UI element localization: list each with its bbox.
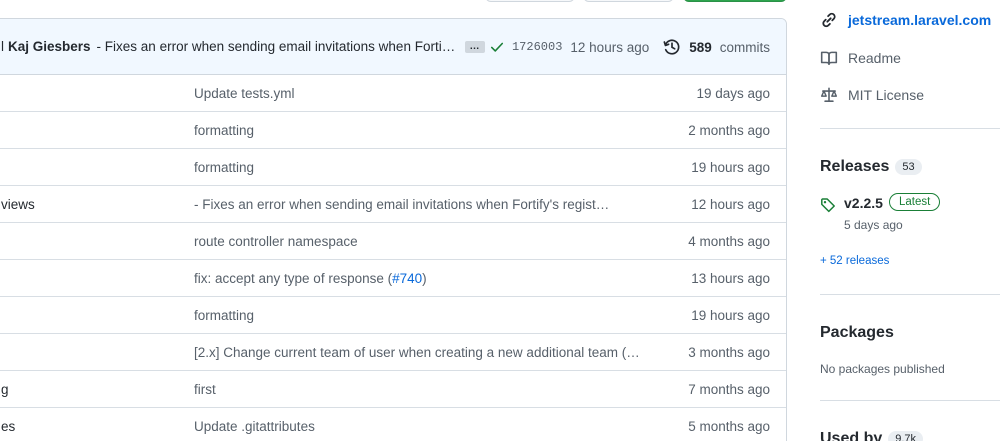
more-releases-link[interactable]: + 52 releases bbox=[820, 255, 889, 267]
readme-link[interactable]: Readme bbox=[820, 49, 901, 67]
table-row: formatting 2 months ago bbox=[0, 112, 786, 149]
code-button[interactable] bbox=[683, 0, 787, 2]
table-row: views - Fixes an error when sending emai… bbox=[0, 186, 786, 223]
file-commit-message[interactable]: formatting bbox=[194, 149, 254, 186]
latest-badge: Latest bbox=[889, 193, 941, 211]
website-url[interactable]: jetstream.laravel.com bbox=[848, 12, 991, 28]
pull-request-link[interactable]: #740 bbox=[392, 271, 422, 286]
commits-label[interactable]: commits bbox=[720, 40, 770, 55]
toolbar-button[interactable] bbox=[485, 0, 575, 2]
toolbar-button[interactable] bbox=[583, 0, 674, 2]
used-by-counter: 9.7k bbox=[888, 431, 924, 441]
file-commit-message[interactable]: - Fixes an error when sending email invi… bbox=[194, 186, 609, 223]
book-icon bbox=[820, 51, 838, 65]
release-name[interactable]: v2.2.5 bbox=[844, 195, 883, 211]
file-commit-message[interactable]: route controller namespace bbox=[194, 223, 358, 260]
readme-label[interactable]: Readme bbox=[848, 50, 901, 66]
commit-meta: 1726003 12 hours ago 589 commits bbox=[490, 19, 770, 75]
file-commit-time: 13 hours ago bbox=[691, 271, 770, 286]
commit-sha[interactable]: 1726003 bbox=[512, 40, 562, 54]
commit-message-text[interactable]: ) bbox=[422, 271, 427, 286]
commit-count[interactable]: 589 bbox=[689, 40, 712, 55]
license-label[interactable]: MIT License bbox=[848, 87, 924, 103]
file-commit-message[interactable]: Update .gitattributes bbox=[194, 408, 315, 441]
file-commit-message[interactable]: fix: accept any type of response (#740) bbox=[194, 260, 427, 297]
history-icon[interactable] bbox=[663, 38, 681, 56]
file-commit-message[interactable]: first bbox=[194, 371, 216, 408]
tag-icon bbox=[821, 198, 835, 213]
file-commit-time: 4 months ago bbox=[688, 234, 770, 249]
commit-message-text[interactable]: fix: accept any type of response ( bbox=[194, 271, 392, 286]
sidebar-divider bbox=[820, 294, 1000, 295]
file-commit-time: 3 months ago bbox=[688, 345, 770, 360]
sidebar-divider bbox=[820, 128, 1000, 129]
file-commit-time: 2 months ago bbox=[688, 123, 770, 138]
file-commit-message[interactable]: [2.x] Change current team of user when c… bbox=[194, 334, 640, 371]
file-commit-time: 19 hours ago bbox=[691, 160, 770, 175]
packages-heading[interactable]: Packages bbox=[820, 324, 894, 342]
releases-counter: 53 bbox=[895, 159, 922, 175]
sidebar-divider bbox=[820, 400, 1000, 401]
license-link[interactable]: MIT License bbox=[820, 86, 924, 104]
commit-time: 12 hours ago bbox=[570, 39, 650, 55]
releases-heading[interactable]: Releases 53 bbox=[820, 158, 922, 176]
table-row: fix: accept any type of response (#740) … bbox=[0, 260, 786, 297]
file-commit-time: 5 months ago bbox=[688, 419, 770, 434]
table-row: formatting 19 hours ago bbox=[0, 149, 786, 186]
file-list: l Kaj Giesbers - Fixes an error when sen… bbox=[0, 18, 787, 441]
used-by-title[interactable]: Used by bbox=[820, 430, 882, 441]
file-commit-time: 7 months ago bbox=[688, 382, 770, 397]
file-commit-message[interactable]: formatting bbox=[194, 297, 254, 334]
table-row: Update tests.yml 19 days ago bbox=[0, 75, 786, 112]
release-date: 5 days ago bbox=[844, 218, 903, 232]
table-row: es Update .gitattributes 5 months ago bbox=[0, 408, 786, 441]
law-icon bbox=[820, 87, 838, 102]
file-commit-message[interactable]: formatting bbox=[194, 112, 254, 149]
file-commit-time: 19 hours ago bbox=[691, 308, 770, 323]
expand-commit-button[interactable]: … bbox=[464, 40, 485, 53]
file-commit-message[interactable]: Update tests.yml bbox=[194, 75, 295, 112]
file-commit-time: 19 days ago bbox=[696, 86, 770, 101]
repo-sidebar: jetstream.laravel.com Readme MIT License… bbox=[820, 0, 1000, 441]
file-name[interactable]: views bbox=[1, 186, 35, 223]
link-icon bbox=[822, 12, 836, 28]
latest-commit-bar: l Kaj Giesbers - Fixes an error when sen… bbox=[0, 19, 786, 75]
releases-title[interactable]: Releases bbox=[820, 158, 889, 176]
table-row: formatting 19 hours ago bbox=[0, 297, 786, 334]
packages-title[interactable]: Packages bbox=[820, 324, 894, 342]
table-row: g first 7 months ago bbox=[0, 371, 786, 408]
table-row: route controller namespace 4 months ago bbox=[0, 223, 786, 260]
commit-avatar-edge: l bbox=[1, 39, 4, 54]
file-name[interactable]: es bbox=[1, 408, 15, 441]
used-by-heading[interactable]: Used by 9.7k bbox=[820, 430, 924, 441]
website-link[interactable]: jetstream.laravel.com bbox=[820, 11, 991, 29]
check-icon[interactable] bbox=[490, 40, 504, 54]
file-name[interactable]: g bbox=[1, 371, 9, 408]
file-commit-time: 12 hours ago bbox=[691, 197, 770, 212]
commit-author[interactable]: Kaj Giesbers bbox=[8, 39, 91, 54]
commit-message[interactable]: - Fixes an error when sending email invi… bbox=[97, 39, 457, 54]
table-row: [2.x] Change current team of user when c… bbox=[0, 334, 786, 371]
no-packages-text: No packages published bbox=[820, 362, 945, 376]
